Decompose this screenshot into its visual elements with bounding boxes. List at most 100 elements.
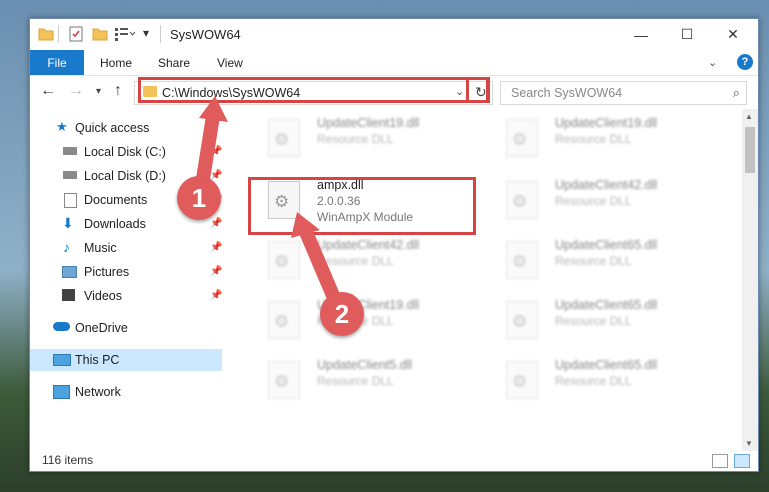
navigation-pane: ★ Quick access Local Disk (C:) 📌 Local D… <box>30 115 222 451</box>
step-1-badge: 1 <box>177 176 221 220</box>
tab-share[interactable]: Share <box>158 56 190 70</box>
download-icon: ⬇ <box>62 215 74 231</box>
sidebar-item-this-pc[interactable]: This PC <box>30 349 222 371</box>
status-bar: 116 items <box>30 451 758 471</box>
vertical-scrollbar[interactable]: ▲ ▼ <box>742 109 758 451</box>
explorer-window: ▾ SysWOW64 — ☐ ✕ File Home Share View ⌄ … <box>29 18 759 472</box>
dll-file-icon: ⚙ <box>268 241 300 279</box>
file-description: Resource DLL <box>555 132 632 146</box>
forward-arrow-icon[interactable]: → <box>68 82 84 100</box>
list-item[interactable]: ⚙ UpdateClient19.dll Resource DLL <box>488 113 708 159</box>
sidebar-item-quick-access[interactable]: ★ Quick access <box>30 117 222 139</box>
sidebar-item-local-disk-c[interactable]: Local Disk (C:) 📌 <box>30 141 222 163</box>
dll-file-icon: ⚙ <box>506 241 538 279</box>
pin-icon[interactable]: 📌 <box>210 218 222 229</box>
step-2-badge: 2 <box>320 292 364 336</box>
up-arrow-icon[interactable]: ↑ <box>114 82 122 100</box>
list-item[interactable]: ⚙ UpdateClient42.dll Resource DLL <box>488 175 708 221</box>
scrollbar-thumb[interactable] <box>745 127 755 173</box>
expand-ribbon-icon[interactable]: ⌄ <box>708 56 717 69</box>
file-description: Resource DLL <box>317 374 394 388</box>
dll-file-icon: ⚙ <box>268 119 300 157</box>
new-folder-icon[interactable] <box>92 26 108 42</box>
properties-icon[interactable] <box>68 26 84 42</box>
sidebar-item-pictures[interactable]: Pictures 📌 <box>30 261 222 283</box>
file-description: Resource DLL <box>317 254 394 268</box>
search-placeholder: Search SysWOW64 <box>511 86 623 100</box>
sidebar-item-onedrive[interactable]: OneDrive <box>30 317 222 339</box>
quick-access-dropdown-icon[interactable]: ▾ <box>143 26 149 40</box>
file-name: UpdateClient5.dll <box>317 358 413 372</box>
scroll-down-icon[interactable]: ▼ <box>745 439 753 448</box>
list-item[interactable]: ⚙ UpdateClient65.dll Resource DLL <box>488 235 708 281</box>
list-item[interactable]: ⚙ UpdateClient5.dll Resource DLL <box>250 355 470 401</box>
tab-home[interactable]: Home <box>100 56 132 70</box>
scroll-up-icon[interactable]: ▲ <box>745 112 753 121</box>
pin-icon[interactable]: 📌 <box>210 242 222 253</box>
drive-icon <box>63 147 77 155</box>
title-separator <box>58 25 59 43</box>
search-icon[interactable]: ⌕ <box>733 85 740 101</box>
title-bar: ▾ SysWOW64 — ☐ ✕ <box>30 19 758 50</box>
file-description: Resource DLL <box>555 314 632 328</box>
sidebar-item-label: Downloads <box>84 217 146 231</box>
list-item[interactable]: ⚙ UpdateClient65.dll Resource DLL <box>488 355 708 401</box>
window-title: SysWOW64 <box>170 27 241 42</box>
maximize-button[interactable]: ☐ <box>664 19 710 50</box>
list-item[interactable]: ⚙ UpdateClient19.dll Resource DLL <box>250 113 470 159</box>
tab-file[interactable]: File <box>30 50 84 75</box>
music-icon: ♪ <box>63 239 70 255</box>
refresh-highlight-box <box>466 77 490 103</box>
pictures-icon <box>62 266 77 278</box>
file-name: UpdateClient65.dll <box>555 358 658 372</box>
sidebar-item-label: Pictures <box>84 265 130 279</box>
ribbon-tabs: File Home Share View ⌄ ? <box>30 50 758 76</box>
file-description: Resource DLL <box>555 254 632 268</box>
sidebar-item-videos[interactable]: Videos 📌 <box>30 285 222 307</box>
dll-file-icon: ⚙ <box>268 301 300 339</box>
dll-file-icon: ⚙ <box>506 301 538 339</box>
pin-icon[interactable]: 📌 <box>210 266 222 277</box>
sidebar-item-network[interactable]: Network <box>30 381 222 403</box>
customize-toolbar-icon[interactable] <box>114 26 136 42</box>
star-icon: ★ <box>56 119 68 134</box>
dll-file-icon: ⚙ <box>268 361 300 399</box>
help-icon[interactable]: ? <box>737 54 753 70</box>
file-list: ⚙ UpdateClient19.dll Resource DLL ⚙ ampx… <box>230 109 740 451</box>
file-description: Resource DLL <box>555 194 632 208</box>
dll-file-icon: ⚙ <box>506 181 538 219</box>
file-description: Resource DLL <box>555 374 632 388</box>
folder-icon <box>38 26 54 42</box>
tab-view[interactable]: View <box>217 56 243 70</box>
file-name: UpdateClient65.dll <box>555 298 658 312</box>
sidebar-item-label: Music <box>84 241 117 255</box>
list-item[interactable]: ⚙ UpdateClient42.dll Resource DLL <box>250 235 470 281</box>
minimize-button[interactable]: — <box>618 19 664 50</box>
sidebar-item-label: This PC <box>75 353 120 367</box>
videos-icon <box>62 289 75 301</box>
back-arrow-icon[interactable]: ← <box>40 82 56 100</box>
recent-locations-icon[interactable]: ▾ <box>96 86 101 97</box>
file-name: UpdateClient19.dll <box>317 116 420 130</box>
dll-file-icon: ⚙ <box>506 119 538 157</box>
file-name: UpdateClient42.dll <box>317 238 420 252</box>
close-button[interactable]: ✕ <box>710 19 756 50</box>
details-view-icon[interactable] <box>712 454 728 468</box>
item-count: 116 items <box>42 453 94 467</box>
search-input[interactable]: Search SysWOW64 ⌕ <box>500 81 747 105</box>
sidebar-item-label: OneDrive <box>75 321 128 335</box>
pin-icon[interactable]: 📌 <box>210 290 222 301</box>
address-highlight-box <box>138 77 489 103</box>
large-icons-view-icon[interactable] <box>734 454 750 468</box>
cloud-icon <box>53 322 70 331</box>
computer-icon <box>53 354 71 366</box>
file-highlight-box <box>248 177 476 235</box>
title-separator <box>160 25 161 43</box>
list-item[interactable]: ⚙ UpdateClient65.dll Resource DLL <box>488 295 708 341</box>
sidebar-item-music[interactable]: ♪ Music 📌 <box>30 237 222 259</box>
file-description: Resource DLL <box>317 132 394 146</box>
file-name: UpdateClient65.dll <box>555 238 658 252</box>
sidebar-item-label: Local Disk (C:) <box>84 145 166 159</box>
sidebar-item-label: Network <box>75 385 121 399</box>
pin-icon[interactable]: 📌 <box>210 146 222 157</box>
